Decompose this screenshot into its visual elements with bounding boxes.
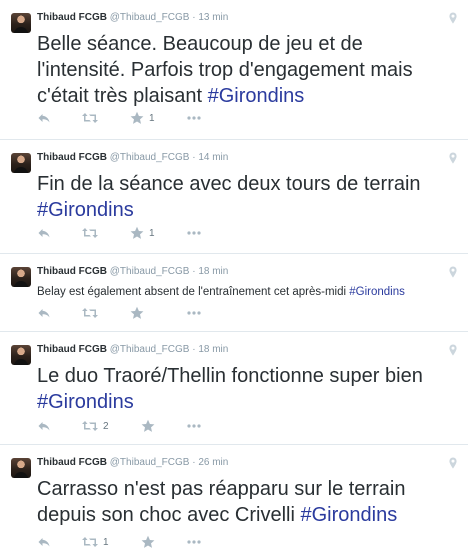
more-button[interactable] xyxy=(186,226,202,242)
location-pin-icon[interactable] xyxy=(448,266,458,278)
retweet-icon xyxy=(82,308,98,318)
avatar[interactable] xyxy=(11,153,31,173)
more-icon xyxy=(187,311,201,315)
author-name[interactable]: Thibaud FCGB xyxy=(37,457,107,468)
author-name[interactable]: Thibaud FCGB xyxy=(37,266,107,277)
timestamp[interactable]: 14 min xyxy=(198,152,228,163)
tweet-text: Fin de la séance avec deux tours de terr… xyxy=(37,171,454,223)
hashtag-link[interactable]: #Girondins xyxy=(300,504,397,526)
more-button[interactable] xyxy=(186,535,202,551)
avatar[interactable] xyxy=(11,345,31,365)
tweet-body: Le duo Traoré/Thellin fonctionne super b… xyxy=(37,365,423,387)
author-name[interactable]: Thibaud FCGB xyxy=(37,152,107,163)
reply-button[interactable] xyxy=(37,535,51,551)
separator-dot: · xyxy=(192,344,196,355)
retweet-icon xyxy=(82,228,98,238)
author-handle[interactable]: @Thibaud_FCGB xyxy=(110,12,190,23)
star-icon xyxy=(141,419,155,432)
reply-button[interactable] xyxy=(37,306,51,322)
tweet-body: Fin de la séance avec deux tours de terr… xyxy=(37,173,421,195)
tweet-text: Carrasso n'est pas réapparu sur le terra… xyxy=(37,476,454,528)
retweet-count: 2 xyxy=(103,421,109,432)
reply-icon xyxy=(38,229,50,238)
reply-icon xyxy=(38,309,50,318)
author-handle[interactable]: @Thibaud_FCGB xyxy=(110,344,190,355)
favorite-count: 1 xyxy=(149,113,155,124)
tweet[interactable]: Thibaud FCGB @Thibaud_FCGB · 18 min Bela… xyxy=(0,254,468,332)
tweet-text: Le duo Traoré/Thellin fonctionne super b… xyxy=(37,363,454,415)
reply-button[interactable] xyxy=(37,226,51,242)
tweet-header: Thibaud FCGB @Thibaud_FCGB · 13 min xyxy=(37,12,228,24)
reply-button[interactable] xyxy=(37,419,51,435)
timestamp[interactable]: 13 min xyxy=(198,12,228,23)
favorite-button[interactable] xyxy=(130,226,144,242)
tweet[interactable]: Thibaud FCGB @Thibaud_FCGB · 26 min Carr… xyxy=(0,445,468,552)
favorite-button[interactable] xyxy=(141,419,155,435)
hashtag-link[interactable]: #Girondins xyxy=(37,391,134,413)
retweet-icon xyxy=(82,113,98,123)
location-pin-icon[interactable] xyxy=(448,457,458,469)
location-pin-icon[interactable] xyxy=(448,152,458,164)
more-icon xyxy=(187,540,201,544)
more-icon xyxy=(187,231,201,235)
retweet-button[interactable] xyxy=(81,306,99,322)
separator-dot: · xyxy=(192,152,196,163)
retweet-button[interactable] xyxy=(81,535,99,551)
star-icon xyxy=(141,535,155,548)
timestamp[interactable]: 18 min xyxy=(198,344,228,355)
separator-dot: · xyxy=(192,266,196,277)
tweet-header: Thibaud FCGB @Thibaud_FCGB · 18 min xyxy=(37,344,228,356)
favorite-button[interactable] xyxy=(141,535,155,551)
more-button[interactable] xyxy=(186,111,202,127)
retweet-button[interactable] xyxy=(81,111,99,127)
more-button[interactable] xyxy=(186,419,202,435)
star-icon xyxy=(130,111,144,124)
star-icon xyxy=(130,306,144,319)
author-handle[interactable]: @Thibaud_FCGB xyxy=(110,457,190,468)
tweet[interactable]: Thibaud FCGB @Thibaud_FCGB · 14 min Fin … xyxy=(0,140,468,254)
hashtag-link[interactable]: #Girondins xyxy=(349,286,405,298)
more-icon xyxy=(187,424,201,428)
location-pin-icon[interactable] xyxy=(448,344,458,356)
more-button[interactable] xyxy=(186,306,202,322)
author-handle[interactable]: @Thibaud_FCGB xyxy=(110,266,190,277)
avatar[interactable] xyxy=(11,458,31,478)
reply-button[interactable] xyxy=(37,111,51,127)
tweet[interactable]: Thibaud FCGB @Thibaud_FCGB · 18 min Le d… xyxy=(0,332,468,445)
reply-icon xyxy=(38,422,50,431)
author-name[interactable]: Thibaud FCGB xyxy=(37,344,107,355)
tweet-text: Belay est également absent de l'entraîne… xyxy=(37,285,454,299)
favorite-count: 1 xyxy=(149,228,155,239)
tweet-header: Thibaud FCGB @Thibaud_FCGB · 26 min xyxy=(37,457,228,469)
retweet-icon xyxy=(82,421,98,431)
star-icon xyxy=(130,226,144,239)
reply-icon xyxy=(38,114,50,123)
author-name[interactable]: Thibaud FCGB xyxy=(37,12,107,23)
retweet-icon xyxy=(82,537,98,547)
retweet-button[interactable] xyxy=(81,419,99,435)
favorite-button[interactable] xyxy=(130,111,144,127)
avatar[interactable] xyxy=(11,13,31,33)
tweet-header: Thibaud FCGB @Thibaud_FCGB · 18 min xyxy=(37,266,228,278)
reply-icon xyxy=(38,538,50,547)
timestamp[interactable]: 18 min xyxy=(198,266,228,277)
favorite-button[interactable] xyxy=(130,306,144,322)
separator-dot: · xyxy=(192,457,196,468)
tweet[interactable]: Thibaud FCGB @Thibaud_FCGB · 13 min Bell… xyxy=(0,0,468,140)
timestamp[interactable]: 26 min xyxy=(198,457,228,468)
location-pin-icon[interactable] xyxy=(448,12,458,24)
hashtag-link[interactable]: #Girondins xyxy=(37,199,134,221)
avatar[interactable] xyxy=(11,267,31,287)
retweet-count: 1 xyxy=(103,537,109,548)
tweet-text: Belle séance. Beaucoup de jeu et de l'in… xyxy=(37,31,454,109)
hashtag-link[interactable]: #Girondins xyxy=(208,85,305,107)
retweet-button[interactable] xyxy=(81,226,99,242)
more-icon xyxy=(187,116,201,120)
author-handle[interactable]: @Thibaud_FCGB xyxy=(110,152,190,163)
separator-dot: · xyxy=(192,12,196,23)
tweet-header: Thibaud FCGB @Thibaud_FCGB · 14 min xyxy=(37,152,228,164)
tweet-body: Belay est également absent de l'entraîne… xyxy=(37,286,347,298)
